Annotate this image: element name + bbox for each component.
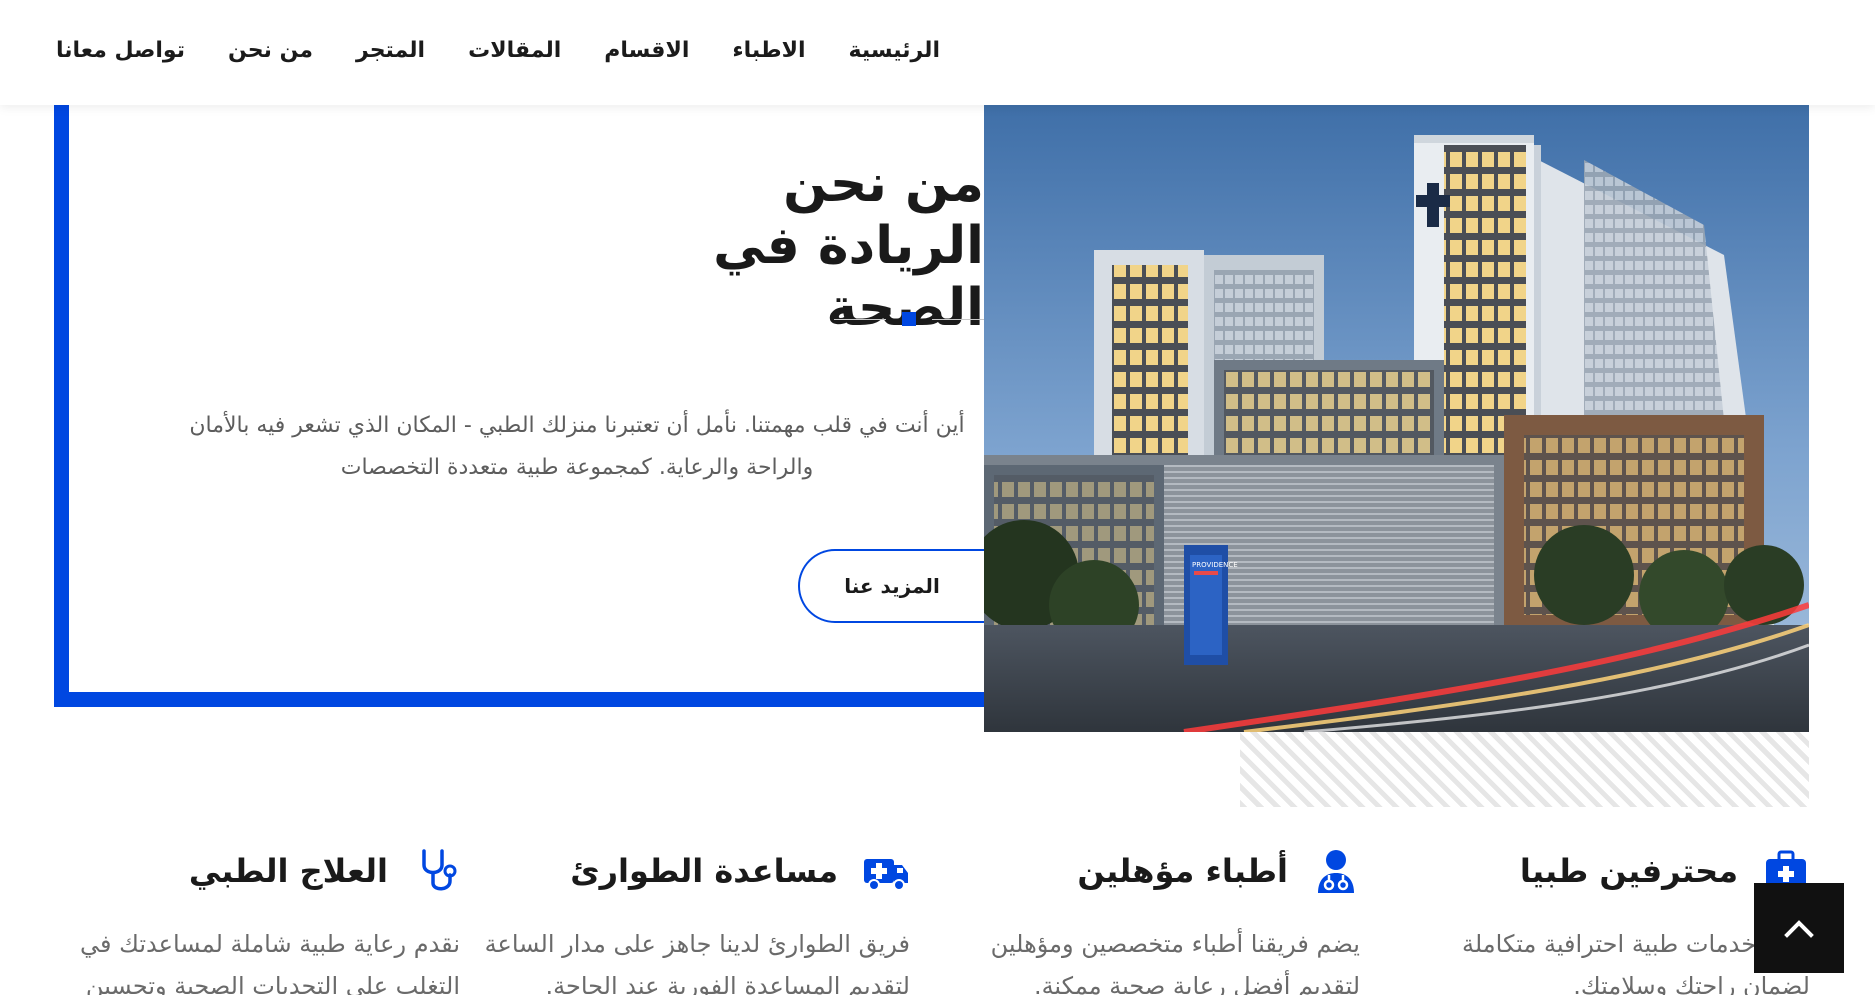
feature-description: نقدم خدمات طبية احترافية متكاملة لضمان ر… (1390, 923, 1810, 995)
feature-heading: أطباء مؤهلين (1077, 843, 1360, 899)
feature-description-line2: التغلب على التحديات الصحية وتحسين (85, 972, 460, 995)
feature-description-line2: لتقديم أفضل رعاية صحية ممكنة. (1033, 972, 1360, 995)
feature-emergency-help: مساعدة الطوارئ فريق الطوارئ لدينا جاهز ع… (484, 843, 910, 995)
main-nav: الرئيسية الاطباء الاقسام المقالات المتجر… (56, 32, 940, 68)
feature-qualified-doctors: أطباء مؤهلين يضم فريقنا أطباء متخصصين وم… (940, 843, 1360, 995)
divider-line-left (834, 319, 886, 320)
about-description: أين أنت في قلب مهمتنا. نأمل أن تعتبرنا م… (170, 405, 984, 489)
hospital-sign-text: PROVIDENCE (1192, 561, 1238, 569)
feature-title: أطباء مؤهلين (1077, 852, 1288, 890)
feature-description: يضم فريقنا أطباء متخصصين ومؤهلين لتقديم … (940, 923, 1360, 995)
nav-item-home[interactable]: الرئيسية (849, 38, 940, 63)
feature-medical-treatment: العلاج الطبي نقدم رعاية طبية شاملة لمساع… (40, 843, 460, 995)
stethoscope-icon (422, 849, 457, 891)
scroll-to-top-button[interactable] (1754, 883, 1844, 973)
doctor-icon (1318, 850, 1354, 893)
nav-item-about[interactable]: من نحن (228, 38, 313, 63)
feature-description: فريق الطوارئ لدينا جاهز على مدار الساعة … (484, 923, 910, 995)
feature-title: العلاج الطبي (188, 852, 388, 890)
nav-item-contact[interactable]: تواصل معانا (56, 38, 185, 63)
feature-heading: مساعدة الطوارئ (570, 843, 910, 899)
nav-item-articles[interactable]: المقالات (468, 38, 561, 63)
nav-item-doctors[interactable]: الاطباء (732, 38, 805, 63)
decorative-hatch-pattern (1240, 732, 1809, 807)
feature-description-line1: نقدم خدمات طبية احترافية متكاملة (1461, 930, 1810, 958)
section-divider (834, 311, 984, 327)
feature-description-line2: لضمان راحتك وسلامتك. (1573, 972, 1810, 995)
feature-description-line2: لتقديم المساعدة الفورية عند الحاجة. (545, 972, 910, 995)
about-heading-line1: من نحن (783, 154, 984, 214)
feature-heading: العلاج الطبي (189, 843, 460, 899)
feature-description-line1: يضم فريقنا أطباء متخصصين ومؤهلين (990, 930, 1360, 958)
divider-line-right (932, 319, 984, 320)
feature-description-line1: فريق الطوارئ لدينا جاهز على مدار الساعة (484, 930, 910, 958)
about-description-line1: أين أنت في قلب مهمتنا. نأمل أن تعتبرنا م… (189, 413, 965, 438)
feature-medical-professionals: محترفين طبيا نقدم خدمات طبية احترافية مت… (1390, 843, 1810, 995)
hospital-building-image: PROVIDENCE (984, 105, 1809, 732)
chevron-up-icon (1784, 920, 1814, 938)
feature-title: مساعدة الطوارئ (570, 852, 838, 890)
divider-square-dot (902, 312, 916, 326)
feature-description-line1: نقدم رعاية طبية شاملة لمساعدتك في (80, 930, 460, 958)
about-description-line2: والراحة والرعاية. كمجموعة طبية متعددة ال… (340, 455, 814, 480)
top-navbar: الرئيسية الاطباء الاقسام المقالات المتجر… (0, 0, 1875, 105)
nav-item-store[interactable]: المتجر (356, 38, 425, 63)
feature-title: محترفين طبيا (1519, 852, 1738, 890)
ambulance-icon (864, 859, 908, 891)
feature-description: نقدم رعاية طبية شاملة لمساعدتك في التغلب… (40, 923, 460, 995)
more-about-us-button[interactable]: المزيد عنا (798, 549, 984, 623)
nav-item-departments[interactable]: الاقسام (604, 38, 689, 63)
